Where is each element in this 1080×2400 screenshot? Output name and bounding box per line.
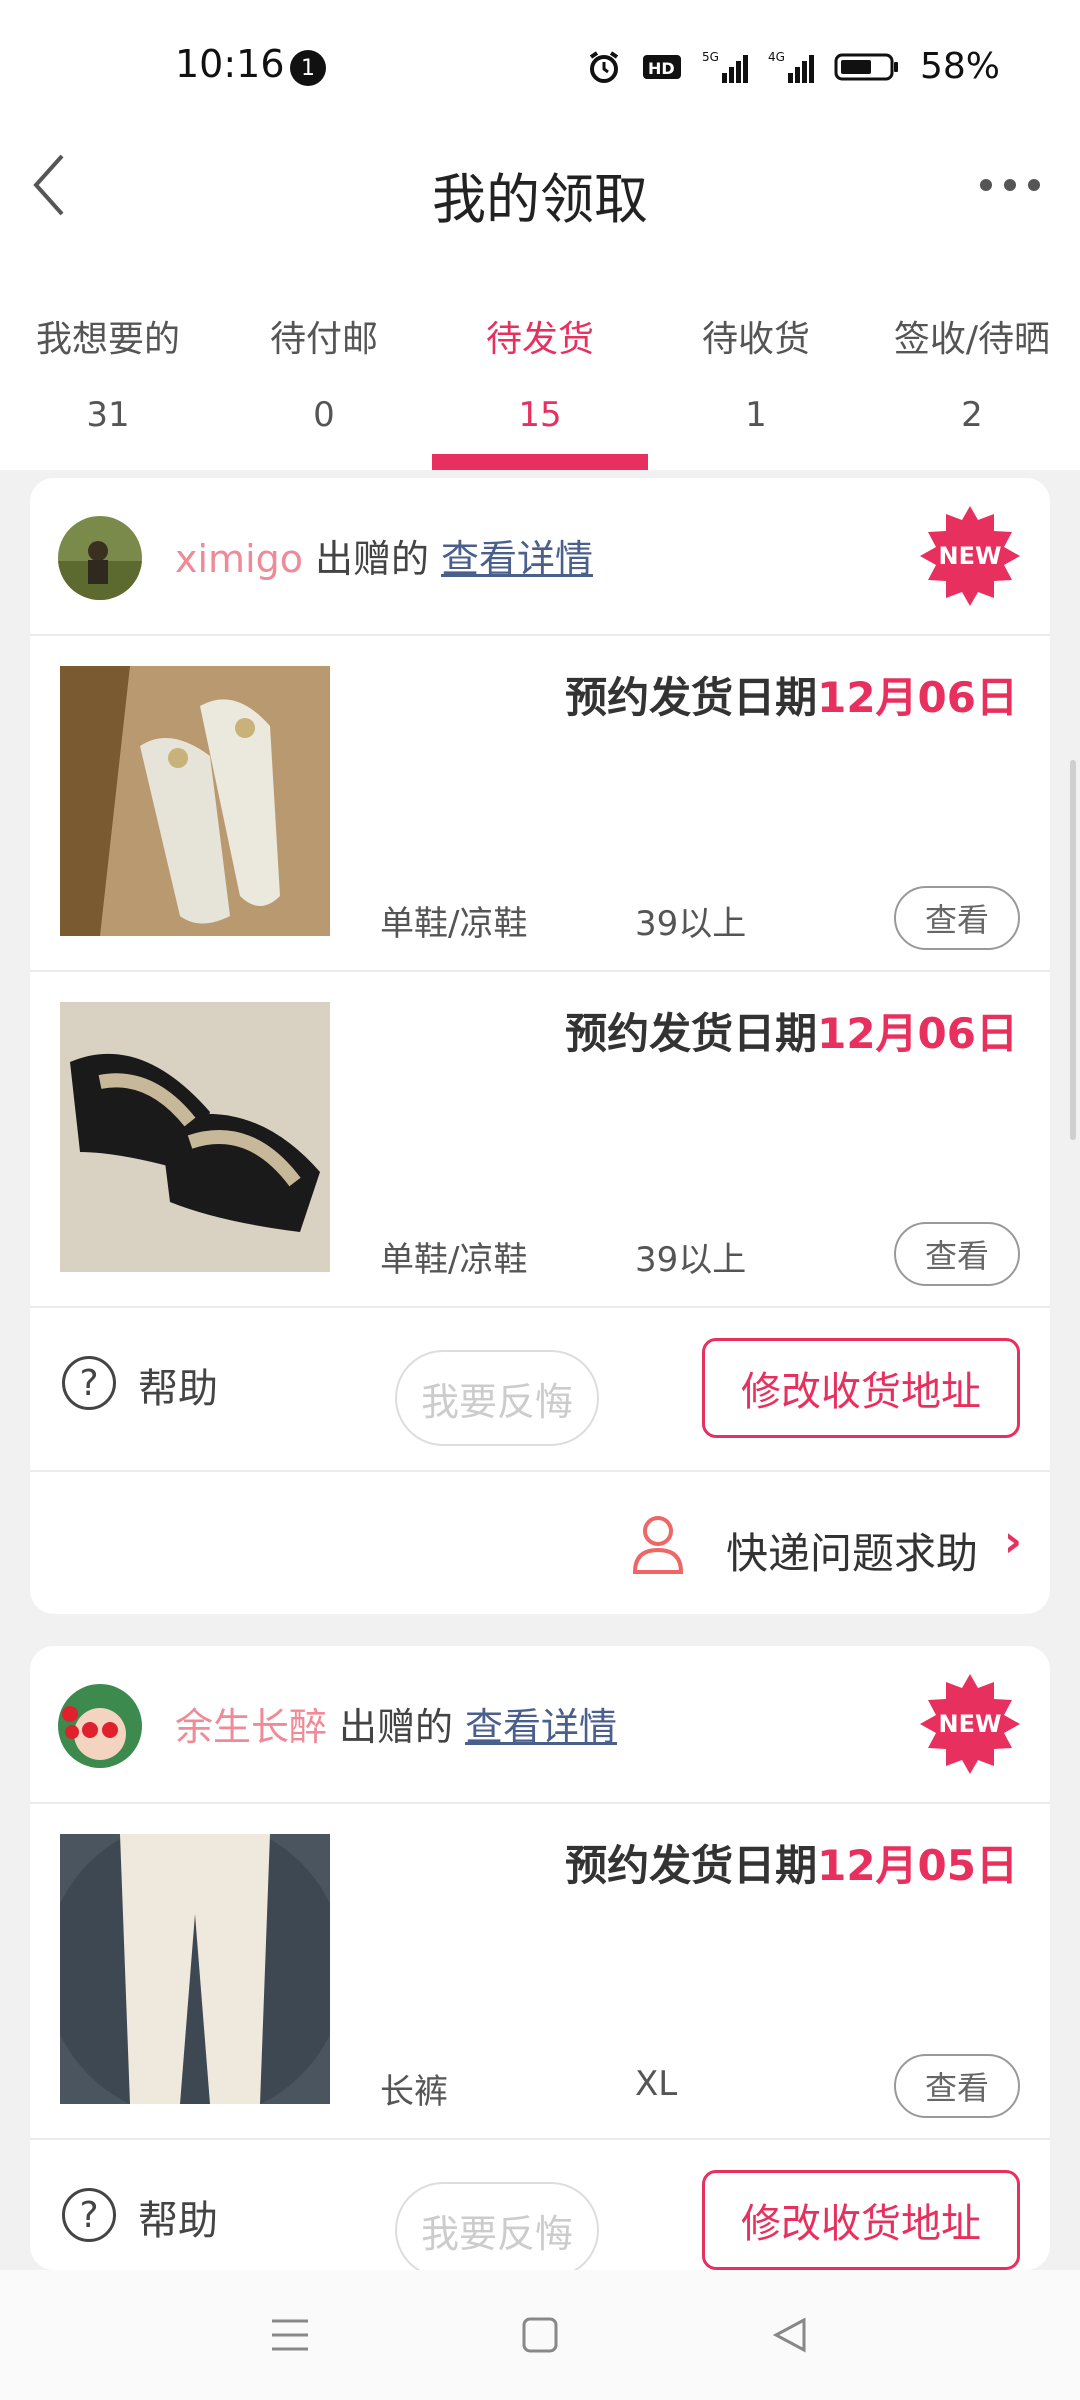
menu-icon[interactable] (265, 2310, 315, 2360)
giver-line: ximigo 出赠的 查看详情 (175, 528, 593, 583)
ship-date-label: 预约发货日期 (565, 1841, 818, 1890)
ship-date-value: 12月06日 (817, 673, 1018, 722)
battery-percent: 58% (919, 46, 1000, 87)
help-label[interactable]: 帮助 (138, 2188, 218, 2246)
ship-date: 预约发货日期12月06日 (565, 664, 1018, 725)
tab-count: 0 (313, 395, 335, 435)
item-size: 39以上 (635, 904, 747, 944)
regret-button[interactable]: 我要反悔 (395, 1350, 599, 1446)
item-row: 预约发货日期12月06日 单鞋/凉鞋 39以上 查看 (30, 972, 1050, 1308)
item-row: 预约发货日期12月05日 长裤 XL 查看 (30, 1804, 1050, 2140)
tab-label: 待付邮 (269, 319, 378, 360)
tab-pending-shipment[interactable]: 待发货 15 (432, 290, 648, 470)
notification-badge: 1 (290, 50, 326, 86)
change-address-button[interactable]: 修改收货地址 (702, 1338, 1020, 1438)
tab-label: 待收货 (701, 319, 810, 360)
tab-count: 31 (86, 395, 130, 435)
system-nav-bar (0, 2270, 1080, 2400)
svg-text:HD: HD (648, 59, 675, 78)
order-card: 余生长醉 出赠的 查看详情 NEW 预约发货日期12月05日 长裤 XL 查看 … (30, 1646, 1050, 2270)
scrollbar[interactable] (1070, 760, 1076, 1140)
status-time: 10:16 (175, 42, 285, 86)
battery-icon (834, 53, 898, 80)
giver-name[interactable]: 余生长醉 (175, 1696, 327, 1751)
express-help-label: 快递问题求助 (725, 1529, 978, 1578)
avatar[interactable] (58, 1684, 142, 1768)
item-row: 预约发货日期12月06日 单鞋/凉鞋 39以上 查看 (30, 636, 1050, 972)
view-details-link[interactable]: 查看详情 (441, 528, 593, 583)
card-actions: ? 帮助 我要反悔 修改收货地址 (30, 1308, 1050, 1472)
tab-pending-receipt[interactable]: 待收货 1 (648, 290, 864, 470)
new-badge: NEW (920, 1674, 1020, 1774)
giver-suffix: 出赠的 (339, 1705, 454, 1749)
hd-icon: HD (642, 54, 681, 79)
ship-date-label: 预约发货日期 (565, 673, 818, 722)
person-icon (632, 1516, 684, 1574)
item-photo[interactable] (60, 1002, 330, 1272)
page-title: 我的领取 (432, 168, 648, 231)
tab-label: 我想要的 (35, 319, 180, 360)
order-card: ximigo 出赠的 查看详情 NEW 预约发货日期12月06日 单鞋/凉鞋 3… (30, 478, 1050, 1614)
ship-date: 预约发货日期12月06日 (565, 1000, 1018, 1061)
help-icon[interactable]: ? (62, 1356, 116, 1410)
back-nav-icon[interactable] (765, 2310, 815, 2360)
giver-suffix: 出赠的 (315, 537, 430, 581)
express-help-row[interactable]: 快递问题求助 › (30, 1472, 1050, 1614)
giver-line: 余生长醉 出赠的 查看详情 (175, 1696, 617, 1751)
ship-date-value: 12月06日 (817, 1009, 1018, 1058)
signal-4g-icon: 4G (768, 50, 814, 83)
svg-text:4G: 4G (768, 50, 785, 64)
help-label[interactable]: 帮助 (138, 1356, 218, 1414)
help-icon[interactable]: ? (62, 2188, 116, 2242)
avatar[interactable] (58, 516, 142, 600)
card-actions: ? 帮助 我要反悔 修改收货地址 (30, 2140, 1050, 2270)
status-icons: HD 5G 4G 58% (586, 46, 1000, 87)
tab-signed-show[interactable]: 签收/待晒 2 (864, 290, 1080, 470)
tab-count: 1 (745, 395, 767, 435)
new-badge-text: NEW (938, 1710, 1002, 1738)
view-details-link[interactable]: 查看详情 (465, 1696, 617, 1751)
tab-want[interactable]: 我想要的 31 (0, 290, 216, 470)
svg-text:5G: 5G (702, 50, 719, 64)
item-category: 单鞋/凉鞋 (380, 904, 528, 944)
item-size: XL (635, 2064, 678, 2104)
giver-name[interactable]: ximigo (175, 537, 303, 581)
more-options-icon[interactable] (980, 175, 1040, 195)
ship-date-value: 12月05日 (817, 1841, 1018, 1890)
regret-button[interactable]: 我要反悔 (395, 2182, 599, 2270)
tab-bar: 我想要的 31 待付邮 0 待发货 15 待收货 1 签收/待晒 2 (0, 290, 1080, 470)
status-bar: 10:16 1 HD 5G 4G 58% (0, 0, 1080, 140)
view-button[interactable]: 查看 (894, 2054, 1020, 2118)
chevron-right-icon: › (1003, 1516, 1022, 1567)
active-tab-indicator (432, 454, 648, 470)
ship-date-label: 预约发货日期 (565, 1009, 818, 1058)
tab-count: 2 (961, 395, 983, 435)
item-size: 39以上 (635, 1240, 747, 1280)
tab-label: 待发货 (485, 319, 594, 360)
home-icon[interactable] (515, 2310, 565, 2360)
new-badge-text: NEW (938, 542, 1002, 570)
change-address-button[interactable]: 修改收货地址 (702, 2170, 1020, 2270)
new-badge: NEW (920, 506, 1020, 606)
item-photo[interactable] (60, 1834, 330, 2104)
card-header: ximigo 出赠的 查看详情 NEW (30, 478, 1050, 636)
signal-5g-icon: 5G (702, 50, 748, 83)
item-photo[interactable] (60, 666, 330, 936)
card-header: 余生长醉 出赠的 查看详情 NEW (30, 1646, 1050, 1804)
tab-label: 签收/待晒 (893, 319, 1051, 360)
tab-count: 15 (518, 395, 562, 435)
item-category: 单鞋/凉鞋 (380, 1240, 528, 1280)
item-category: 长裤 (380, 2072, 448, 2112)
alarm-icon (589, 50, 619, 83)
view-button[interactable]: 查看 (894, 1222, 1020, 1286)
tab-pending-postage[interactable]: 待付邮 0 (216, 290, 432, 470)
ship-date: 预约发货日期12月05日 (565, 1832, 1018, 1893)
view-button[interactable]: 查看 (894, 886, 1020, 950)
